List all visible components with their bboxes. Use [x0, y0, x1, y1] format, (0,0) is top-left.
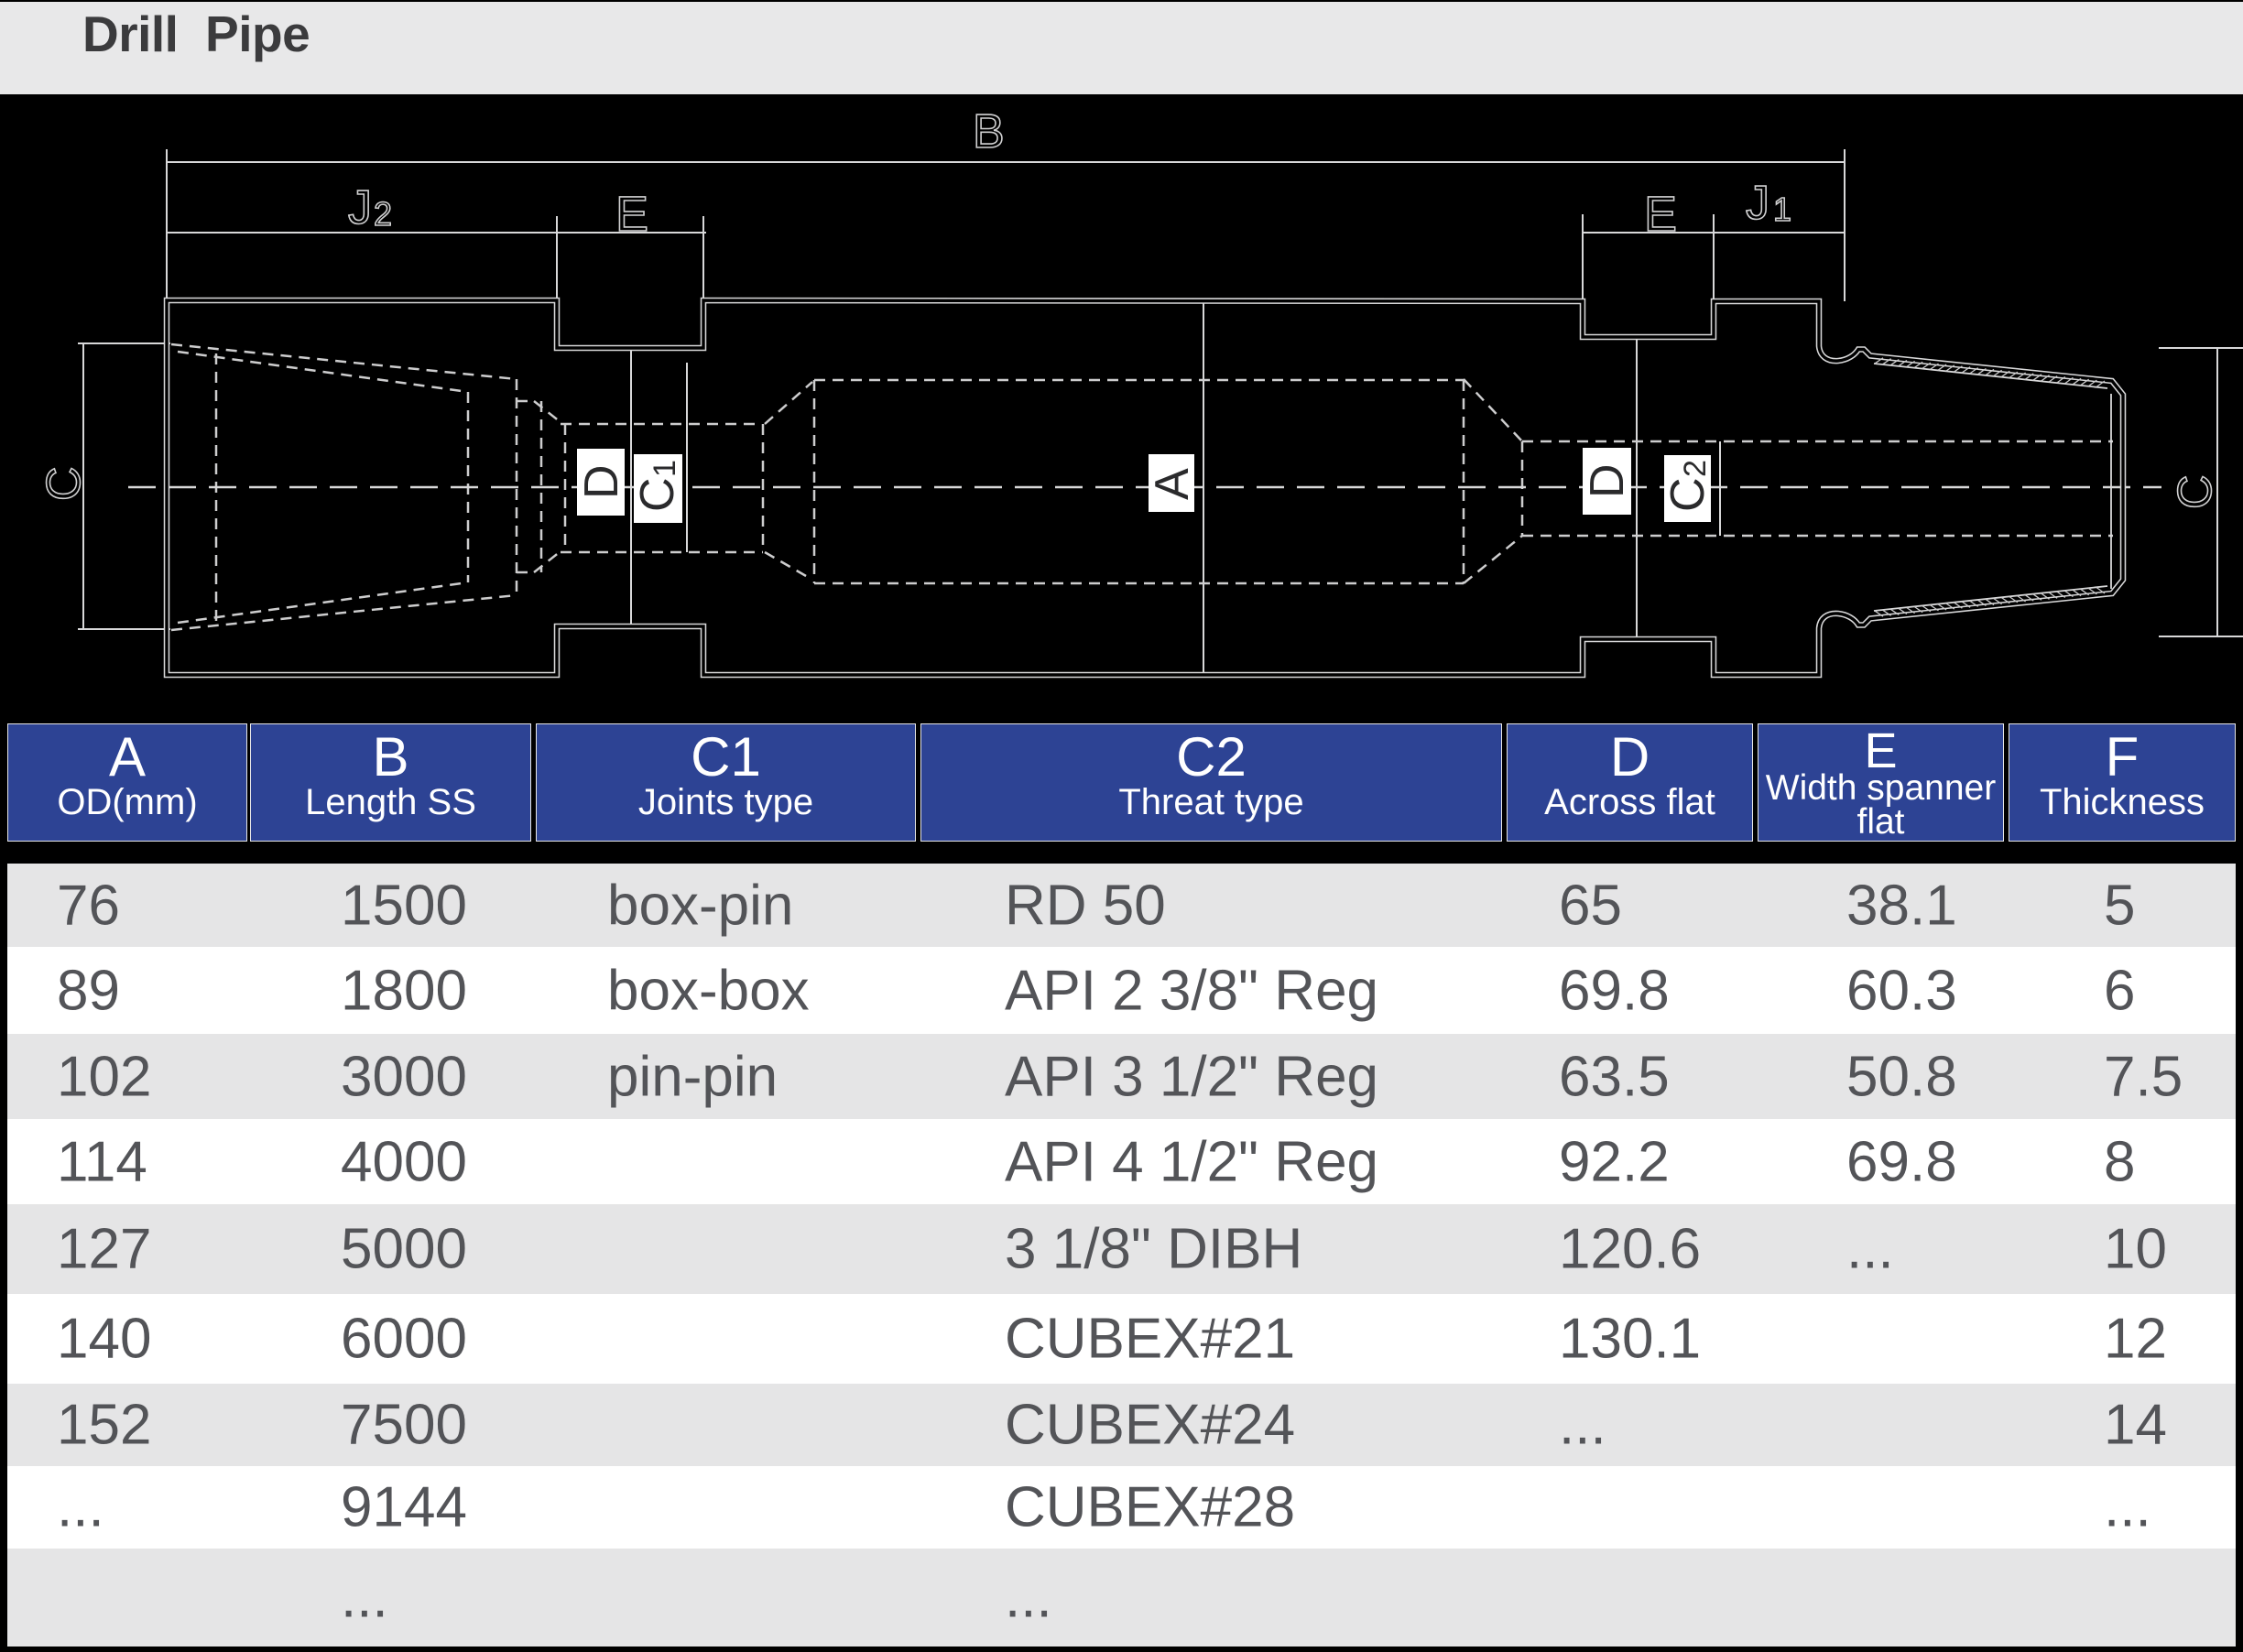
svg-text:C: C	[1661, 477, 1715, 512]
svg-text:2: 2	[1678, 460, 1713, 477]
svg-text:C: C	[38, 466, 91, 501]
svg-text:B: B	[973, 105, 1005, 158]
svg-text:E: E	[1644, 187, 1677, 242]
svg-text:J: J	[1746, 177, 1769, 230]
svg-text:1: 1	[1773, 190, 1791, 228]
svg-text:C: C	[631, 477, 684, 512]
svg-text:J: J	[348, 181, 372, 234]
svg-text:D: D	[575, 464, 628, 499]
svg-text:D: D	[1581, 463, 1634, 498]
svg-text:2: 2	[374, 195, 392, 233]
svg-text:E: E	[615, 187, 648, 242]
svg-text:A: A	[1146, 468, 1199, 500]
svg-text:1: 1	[648, 460, 682, 477]
svg-text:C: C	[2169, 474, 2222, 509]
